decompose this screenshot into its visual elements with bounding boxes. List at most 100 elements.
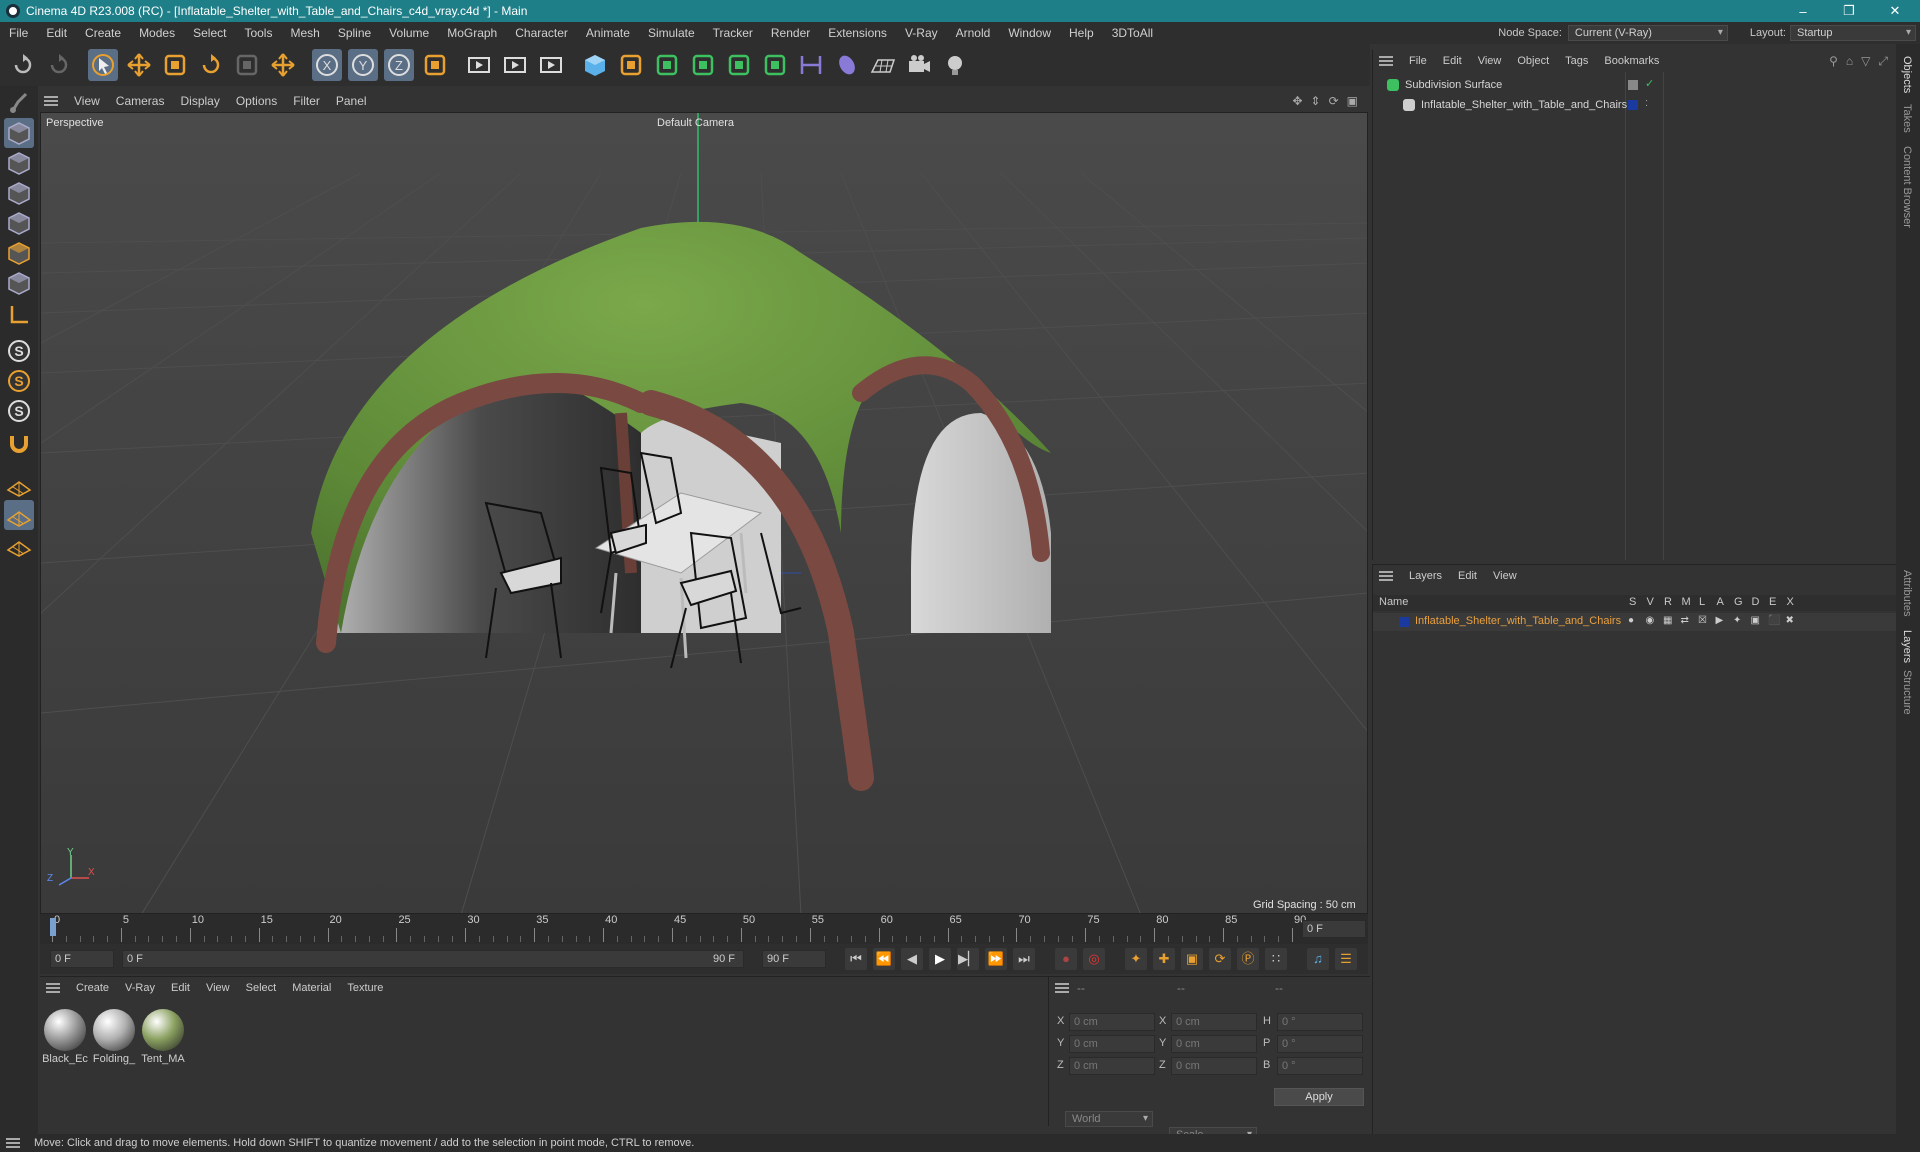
- soft-select-button[interactable]: S: [4, 366, 34, 396]
- x-axis-button[interactable]: X: [312, 49, 342, 81]
- points-mode-button[interactable]: [4, 178, 34, 208]
- viewport-menu-view[interactable]: View: [66, 94, 108, 108]
- menu-v-ray[interactable]: V-Ray: [896, 22, 947, 44]
- current-frame-field[interactable]: 0 F: [1302, 920, 1366, 938]
- texture-mode-button[interactable]: [4, 148, 34, 178]
- material-swatch[interactable]: Folding_: [91, 1009, 137, 1065]
- move-button[interactable]: [124, 49, 154, 81]
- locked-workplane-button[interactable]: [4, 530, 34, 560]
- scale-button[interactable]: [160, 49, 190, 81]
- visibility-dots-icon[interactable]: :: [1645, 97, 1648, 109]
- layer-toggle-g-icon[interactable]: ✦: [1733, 615, 1741, 626]
- edges-mode-button[interactable]: [4, 208, 34, 238]
- 3d-viewport[interactable]: Perspective Default Camera Grid Spacing …: [40, 112, 1368, 914]
- object-row[interactable]: Subdivision Surface ✓: [1373, 76, 1897, 96]
- layer-menu-edit[interactable]: Edit: [1450, 570, 1485, 582]
- viewport-menu-display[interactable]: Display: [172, 94, 227, 108]
- workplane-button[interactable]: [4, 470, 34, 500]
- mograph-button[interactable]: [760, 49, 790, 81]
- dolly-icon[interactable]: ⇕: [1311, 94, 1321, 108]
- z-axis-button[interactable]: Z: [384, 49, 414, 81]
- node-space-dropdown[interactable]: Current (V-Ray): [1567, 25, 1728, 41]
- layer-toggle-v-icon[interactable]: ◉: [1646, 615, 1655, 626]
- menu-file[interactable]: File: [0, 22, 37, 44]
- filter-icon[interactable]: ▽: [1861, 54, 1870, 69]
- object-menu-object[interactable]: Object: [1509, 55, 1557, 67]
- enabled-check-icon[interactable]: ✓: [1645, 77, 1654, 90]
- search-icon[interactable]: ⚲: [1829, 54, 1838, 69]
- orbit-icon[interactable]: ⟳: [1329, 94, 1339, 108]
- viewport-menu-cameras[interactable]: Cameras: [108, 94, 173, 108]
- deformer-button[interactable]: [832, 49, 862, 81]
- menu-volume[interactable]: Volume: [380, 22, 438, 44]
- menu-window[interactable]: Window: [999, 22, 1060, 44]
- render-settings-button[interactable]: [536, 49, 566, 81]
- menu-animate[interactable]: Animate: [577, 22, 639, 44]
- render-view-button[interactable]: [500, 49, 530, 81]
- object-row[interactable]: Inflatable_Shelter_with_Table_and_Chairs…: [1373, 96, 1897, 116]
- auto-key-button[interactable]: ◎: [1083, 948, 1105, 970]
- tab-takes[interactable]: Takes: [1901, 104, 1913, 133]
- subdivision-button[interactable]: [652, 49, 682, 81]
- next-key-button[interactable]: ⏩: [985, 948, 1007, 970]
- coord-field[interactable]: 0 cm: [1171, 1013, 1257, 1031]
- object-menu-view[interactable]: View: [1470, 55, 1510, 67]
- param-key-button[interactable]: Ⓟ: [1237, 948, 1259, 970]
- material-swatch[interactable]: Black_Ec: [42, 1009, 88, 1065]
- cloner-button[interactable]: [724, 49, 754, 81]
- prev-key-button[interactable]: ⏪: [873, 948, 895, 970]
- menu-simulate[interactable]: Simulate: [639, 22, 704, 44]
- menu-help[interactable]: Help: [1060, 22, 1103, 44]
- end-frame-field[interactable]: 90 F: [762, 950, 826, 968]
- coord-field[interactable]: 0 °: [1277, 1035, 1363, 1053]
- layer-menu-layers[interactable]: Layers: [1401, 570, 1450, 582]
- viewport-menu-icon[interactable]: [44, 96, 58, 106]
- coord-mode-dropdown[interactable]: World: [1065, 1111, 1153, 1127]
- pen-button[interactable]: [616, 49, 646, 81]
- polygons-mode-button[interactable]: [4, 238, 34, 268]
- pan-icon[interactable]: ✥: [1292, 94, 1302, 108]
- material-swatch[interactable]: Tent_MA: [140, 1009, 186, 1065]
- pla-key-button[interactable]: ∷: [1265, 948, 1287, 970]
- menu-create[interactable]: Create: [76, 22, 130, 44]
- y-axis-button[interactable]: Y: [348, 49, 378, 81]
- snap-button[interactable]: S: [4, 336, 34, 366]
- material-menu-create[interactable]: Create: [68, 982, 117, 994]
- material-menu-select[interactable]: Select: [238, 982, 285, 994]
- layer-toggle-x-icon[interactable]: ✖: [1786, 615, 1794, 626]
- menu-tools[interactable]: Tools: [235, 22, 281, 44]
- redo-button[interactable]: [44, 49, 74, 81]
- layer-row[interactable]: Inflatable_Shelter_with_Table_and_Chairs…: [1373, 613, 1897, 631]
- viewport-menu-options[interactable]: Options: [228, 94, 285, 108]
- menu-mograph[interactable]: MoGraph: [438, 22, 506, 44]
- go-end-button[interactable]: ⏭: [1013, 948, 1035, 970]
- menu-render[interactable]: Render: [762, 22, 819, 44]
- timeline-button[interactable]: ♫: [1307, 948, 1329, 970]
- object-menu-icon[interactable]: [1379, 56, 1393, 66]
- coord-field[interactable]: 0 cm: [1171, 1035, 1257, 1053]
- menu-3dtoall[interactable]: 3DToAll: [1103, 22, 1162, 44]
- coord-field[interactable]: 0 cm: [1171, 1057, 1257, 1075]
- extrude-button[interactable]: [688, 49, 718, 81]
- camera-button[interactable]: [904, 49, 934, 81]
- tab-structure[interactable]: Structure: [1901, 670, 1913, 715]
- sculpt-button[interactable]: S: [4, 396, 34, 426]
- render-region-button[interactable]: [464, 49, 494, 81]
- home-icon[interactable]: ⌂: [1846, 54, 1853, 69]
- layer-color-swatch[interactable]: [1628, 80, 1638, 90]
- coord-field[interactable]: 0 cm: [1069, 1013, 1155, 1031]
- layout-dropdown[interactable]: Startup: [1790, 25, 1916, 41]
- coord-field[interactable]: 0 cm: [1069, 1057, 1155, 1075]
- viewport-menu-panel[interactable]: Panel: [328, 94, 375, 108]
- menu-extensions[interactable]: Extensions: [819, 22, 896, 44]
- menu-arnold[interactable]: Arnold: [947, 22, 1000, 44]
- motion-button[interactable]: ☰: [1335, 948, 1357, 970]
- maximize-view-icon[interactable]: ▣: [1347, 94, 1358, 108]
- material-menu-material[interactable]: Material: [284, 982, 339, 994]
- undo-button[interactable]: [8, 49, 38, 81]
- axis-mode-button[interactable]: [4, 300, 34, 330]
- menu-select[interactable]: Select: [184, 22, 235, 44]
- viewport-menu-filter[interactable]: Filter: [285, 94, 328, 108]
- object-menu-file[interactable]: File: [1401, 55, 1435, 67]
- layer-toggle-e-icon[interactable]: ⬛: [1768, 615, 1780, 626]
